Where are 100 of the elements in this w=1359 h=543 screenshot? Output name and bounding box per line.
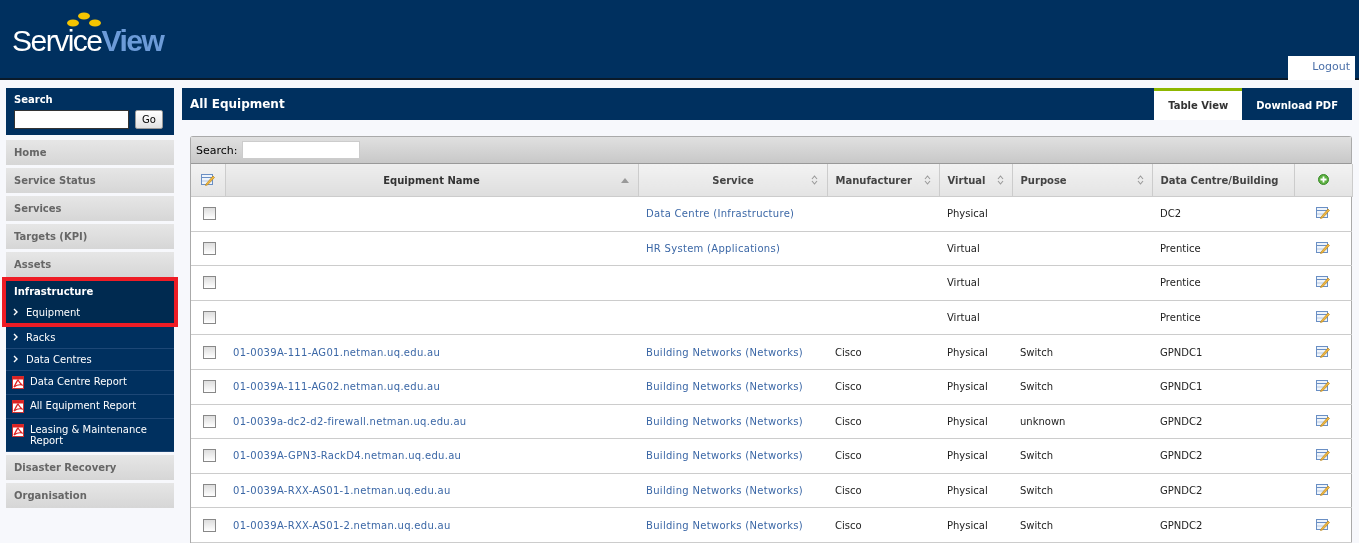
- table-cell: GPNDC2: [1160, 450, 1203, 462]
- table-cell: Virtual: [947, 312, 980, 324]
- table-cell: Switch: [1020, 381, 1054, 393]
- section-heading: Infrastructure: [13, 285, 95, 299]
- service-link[interactable]: Building Networks (Networks): [646, 450, 804, 462]
- row-checkbox[interactable]: [203, 484, 216, 498]
- equipment-link[interactable]: 01-0039a-dc2-d2-firewall.netman.uq.edu.au: [233, 415, 467, 427]
- table-cell: GPNDC1: [1160, 381, 1203, 393]
- go-button[interactable]: Go: [135, 110, 163, 129]
- table-cell: GPNDC2: [1160, 485, 1203, 497]
- edit-icon[interactable]: [1316, 413, 1330, 427]
- table-cell: GPNDC1: [1160, 346, 1203, 358]
- table-cell: Physical: [947, 450, 988, 462]
- table-cell: Cisco: [835, 415, 862, 427]
- logo: ServiceView: [12, 10, 164, 56]
- table-cell: Cisco: [835, 346, 862, 358]
- service-link[interactable]: Building Networks (Networks): [646, 485, 804, 497]
- sort-icon: [1136, 175, 1144, 185]
- sort-icon: [996, 175, 1004, 185]
- equipment-link[interactable]: 01-0039A-RXX-AS01-2.netman.uq.edu.au: [233, 519, 451, 531]
- table-cell: Virtual: [947, 277, 980, 289]
- service-link[interactable]: Data Centre (Infrastructure): [646, 208, 795, 220]
- search-field[interactable]: [14, 110, 129, 129]
- table-cell: unknown: [1020, 415, 1066, 427]
- table-cell: Physical: [947, 208, 988, 220]
- sort-ascending-icon: [621, 177, 630, 183]
- table-cell: Prentice: [1160, 312, 1201, 324]
- table-cell: Prentice: [1160, 242, 1201, 254]
- column-header[interactable]: Data Centre/Building: [1152, 164, 1294, 197]
- tab[interactable]: Download PDF: [1242, 88, 1352, 120]
- chevron-icon: [12, 332, 20, 342]
- table-cell: Prentice: [1160, 277, 1201, 289]
- table-cell: Virtual: [947, 242, 980, 254]
- edit-icon[interactable]: [1316, 240, 1330, 254]
- nav-item[interactable]: Services: [6, 196, 174, 221]
- row-checkbox[interactable]: [203, 276, 216, 290]
- service-link[interactable]: Building Networks (Networks): [646, 346, 804, 358]
- table-cell: Physical: [947, 381, 988, 393]
- table-cell: Physical: [947, 346, 988, 358]
- edit-icon[interactable]: [1316, 448, 1330, 462]
- row-checkbox[interactable]: [203, 518, 216, 532]
- report-link[interactable]: All Equipment Report: [30, 400, 137, 411]
- nav-item[interactable]: Home: [6, 140, 174, 165]
- tab[interactable]: Table View: [1154, 88, 1243, 120]
- row-checkbox[interactable]: [203, 241, 216, 255]
- add-icon[interactable]: [1317, 173, 1329, 185]
- edit-icon[interactable]: [1316, 344, 1330, 358]
- service-link[interactable]: Building Networks (Networks): [646, 519, 804, 531]
- sub-nav-link[interactable]: Equipment: [26, 307, 81, 318]
- sub-nav-link[interactable]: Racks: [26, 332, 56, 343]
- edit-icon[interactable]: [1316, 206, 1330, 220]
- table-cell: GPNDC2: [1160, 415, 1203, 427]
- search-label: Search:: [196, 143, 238, 157]
- table-cell: Switch: [1020, 519, 1054, 531]
- row-checkbox[interactable]: [203, 380, 216, 394]
- table-cell: Switch: [1020, 346, 1054, 358]
- row-checkbox[interactable]: [203, 449, 216, 463]
- pdf-icon: [12, 376, 24, 389]
- service-link[interactable]: Building Networks (Networks): [646, 381, 804, 393]
- logout-link[interactable]: Logout: [1288, 56, 1355, 80]
- edit-icon[interactable]: [1316, 310, 1330, 324]
- row-checkbox[interactable]: [203, 345, 216, 359]
- edit-icon[interactable]: [1316, 483, 1330, 497]
- equipment-link[interactable]: 01-0039A-111-AG02.netman.uq.edu.au: [233, 381, 441, 393]
- report-link[interactable]: Data Centre Report: [30, 376, 127, 387]
- column-header[interactable]: Purpose: [1012, 164, 1152, 197]
- equipment-link[interactable]: 01-0039A-111-AG01.netman.uq.edu.au: [233, 346, 441, 358]
- row-checkbox[interactable]: [203, 414, 216, 428]
- nav-item[interactable]: Organisation: [6, 483, 174, 508]
- nav-item[interactable]: Service Status: [6, 168, 174, 193]
- table-cell: Physical: [947, 415, 988, 427]
- row-checkbox[interactable]: [203, 311, 216, 325]
- equipment-link[interactable]: 01-0039A-RXX-AS01-1.netman.uq.edu.au: [233, 485, 451, 497]
- edit-icon[interactable]: [1316, 517, 1330, 531]
- column-header[interactable]: Equipment Name: [225, 164, 638, 197]
- equipment-link[interactable]: 01-0039A-GPN3-RackD4.netman.uq.edu.au: [233, 450, 462, 462]
- column-header[interactable]: Virtual: [939, 164, 1012, 197]
- column-header[interactable]: Service: [638, 164, 827, 197]
- table-cell: Physical: [947, 485, 988, 497]
- nav-item[interactable]: Targets (KPI): [6, 224, 174, 249]
- table-cell: Cisco: [835, 450, 862, 462]
- edit-icon[interactable]: [200, 172, 215, 186]
- edit-icon[interactable]: [1316, 275, 1330, 289]
- nav-item[interactable]: Assets: [6, 252, 174, 277]
- nav-item[interactable]: Disaster Recovery: [6, 455, 174, 480]
- row-checkbox[interactable]: [203, 207, 216, 221]
- column-header[interactable]: Manufacturer: [827, 164, 939, 197]
- service-link[interactable]: HR System (Applications): [646, 242, 781, 254]
- table-search-field[interactable]: [241, 141, 360, 159]
- page-title: All Equipment: [189, 97, 286, 111]
- table-cell: DC2: [1160, 208, 1182, 220]
- sort-icon: [923, 175, 931, 185]
- report-link[interactable]: Leasing & Maintenance Report: [30, 424, 168, 446]
- edit-icon[interactable]: [1316, 379, 1330, 393]
- table-cell: Physical: [947, 519, 988, 531]
- sub-nav-link[interactable]: Data Centres: [26, 354, 92, 365]
- service-link[interactable]: Building Networks (Networks): [646, 415, 804, 427]
- table-cell: Cisco: [835, 519, 862, 531]
- table-cell: Cisco: [835, 485, 862, 497]
- pdf-icon: [12, 400, 24, 413]
